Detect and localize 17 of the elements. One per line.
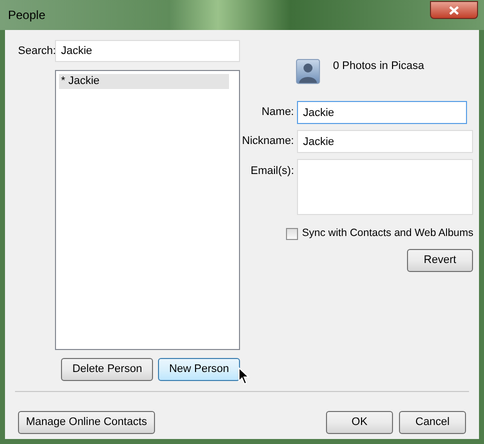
manage-contacts-button[interactable]: Manage Online Contacts [18,411,155,434]
field-label: Name: [260,105,294,120]
search-field[interactable]: Jackie [55,40,240,62]
field-label: Nickname: [241,134,294,150]
delete-person-button[interactable]: Delete Person [61,358,154,381]
window-title: People [8,7,46,24]
search-label: Search: [18,44,55,59]
cancel-button[interactable]: Cancel [399,411,466,434]
ok-button[interactable]: OK [326,411,393,434]
sync-label: Sync with Contacts and Web Albums [302,226,474,241]
field-label: Email(s): [250,164,294,179]
photo-count: 0 Photos in Picasa [333,59,424,74]
revert-button[interactable]: Revert [407,248,473,272]
text-field[interactable]: Jackie [297,101,467,124]
text-field[interactable]: Jackie [297,130,473,153]
new-person-button[interactable]: New Person [158,358,240,381]
person-list-item[interactable]: * Jackie [59,74,229,89]
